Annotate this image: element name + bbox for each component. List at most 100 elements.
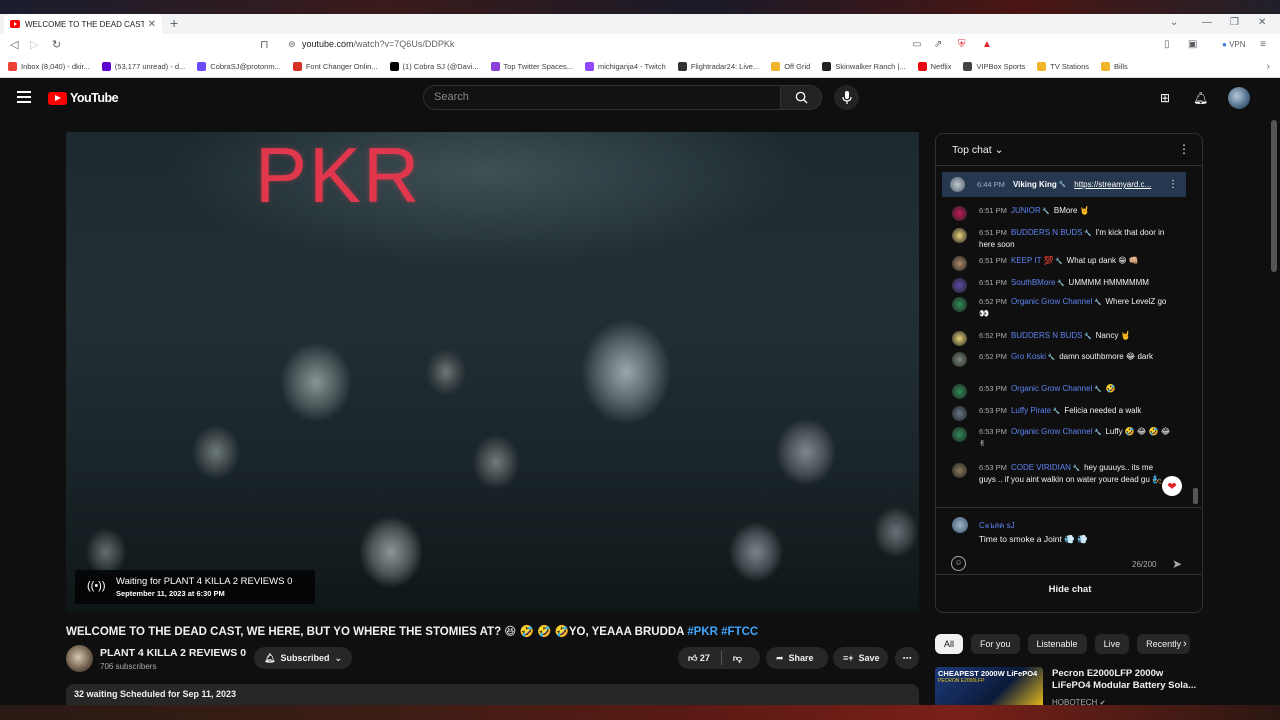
chat-message[interactable]: 6:51 PM KEEP IT 💯What up dank 😁 👊🏼 — [952, 256, 1172, 271]
close-window-icon[interactable]: ✕ — [1258, 17, 1266, 28]
vpn-button[interactable]: ● VPN — [1222, 40, 1246, 49]
account-avatar[interactable] — [1228, 87, 1250, 109]
hide-chat-button[interactable]: Hide chat — [936, 584, 1202, 595]
chat-scrollbar[interactable] — [1193, 488, 1198, 504]
bookmark-item[interactable]: (1) Cobra SJ (@Davi... — [389, 62, 479, 71]
filter-chip[interactable]: For you — [971, 634, 1020, 654]
chat-author-name[interactable]: Organic Grow Channel — [1011, 384, 1102, 393]
create-video-icon[interactable]: ⊞ — [1160, 91, 1170, 105]
rewards-triangle-icon[interactable]: ▲ — [982, 39, 992, 50]
chevron-right-icon[interactable]: › — [1183, 638, 1187, 650]
search-input[interactable]: Search — [423, 85, 781, 110]
top-chat-dropdown[interactable]: Top chat ⌄ — [952, 144, 1003, 156]
wallet-icon[interactable]: ▣ — [1188, 39, 1197, 50]
voice-search-button[interactable] — [834, 85, 859, 110]
guide-menu-icon[interactable] — [17, 91, 31, 103]
pinned-message[interactable]: 6:44 PM Viking King 🔧 https://streamyard… — [942, 172, 1186, 197]
bookmark-item[interactable]: Top Twitter Spaces... — [490, 62, 573, 71]
maximize-icon[interactable]: ❐ — [1230, 17, 1239, 28]
chat-message[interactable]: 6:52 PM BUDDERS N BUDSNancy 🤘 — [952, 331, 1172, 346]
bookmark-item[interactable]: Bills — [1101, 62, 1128, 71]
chat-message[interactable]: 6:53 PMOrganic Grow ChannelLuffy 🤣 😂 🤣 😂… — [952, 427, 1172, 449]
bookmark-icon[interactable]: ⊓ — [260, 38, 269, 51]
bookmark-item[interactable]: CobraSJ@protonm... — [197, 62, 281, 71]
subscribed-button[interactable]: 🔔︎ Subscribed ⌄ — [254, 647, 352, 669]
chat-message[interactable]: 6:53 PM Luffy Pirate Felicia needed a walk — [952, 406, 1172, 421]
chat-author-name[interactable]: Organic Grow Channel — [1011, 297, 1102, 306]
chat-message[interactable]: 6:53 PM Organic Grow Channel🤣 — [952, 384, 1172, 399]
bookmark-item[interactable]: Off Grid — [771, 62, 810, 71]
close-tab-icon[interactable]: ✕ — [148, 19, 156, 30]
chat-message[interactable]: 6:52 PM Gro Koski damn southbmore 😂 dark — [952, 352, 1172, 367]
more-actions-button[interactable]: ⋯ — [895, 647, 919, 669]
youtube-logo[interactable]: YouTube — [48, 91, 119, 105]
chat-message[interactable]: 6:51 PMBUDDERS N BUDSI'm kick that door … — [952, 228, 1172, 250]
pinned-link[interactable]: https://streamyard.c... — [1074, 180, 1151, 189]
back-icon[interactable]: ◁ — [10, 38, 18, 51]
tab-search-chevron-icon[interactable]: ⌄ — [1170, 17, 1178, 28]
chat-input[interactable]: Time to smoke a Joint 💨 💨 — [979, 534, 1088, 545]
new-tab-icon[interactable]: + — [170, 15, 178, 31]
chat-message[interactable]: 6:51 PM SouthBMoreUMMMM HMMMMMM — [952, 278, 1172, 293]
dislike-icon[interactable]: 👎︎ — [733, 653, 742, 664]
send-icon[interactable]: ➤ — [1172, 557, 1182, 571]
bookmark-item[interactable]: Inbox (8,040) - dkir... — [8, 62, 90, 71]
like-button[interactable]: 👍︎ 27 — [688, 653, 710, 664]
heart-reaction-icon[interactable]: ❤ — [1162, 476, 1182, 496]
recommendation-thumbnail[interactable]: CHEAPEST 2000W LiFePO4 PECRON E2000LFP — [935, 667, 1043, 709]
share-page-icon[interactable]: ⇗ — [934, 39, 942, 50]
url-field[interactable]: youtube.com/watch?v=7Q6Us/DDPKk — [302, 39, 454, 49]
bookmarks-overflow-icon[interactable]: › — [1267, 61, 1270, 72]
chat-author-name[interactable]: BUDDERS N BUDS — [1011, 228, 1092, 237]
minimize-icon[interactable]: — — [1202, 17, 1212, 28]
filter-chip[interactable]: Listenable — [1027, 634, 1087, 654]
chevron-down-icon: ⌄ — [994, 144, 1004, 156]
video-player[interactable]: PKR ((•)) Waiting for PLANT 4 KILLA 2 RE… — [66, 132, 919, 612]
page-scrollbar[interactable] — [1271, 120, 1277, 272]
chat-author-name[interactable]: Luffy Pirate — [1011, 406, 1060, 415]
bookmark-item[interactable]: VIPBox Sports — [963, 62, 1025, 71]
chat-message[interactable]: 6:52 PMOrganic Grow ChannelWhere LevelZ … — [952, 297, 1172, 319]
channel-avatar[interactable] — [66, 645, 93, 672]
bookmark-item[interactable]: Font Changer Onlin... — [292, 62, 378, 71]
bookmark-favicon-icon — [822, 62, 832, 71]
pinned-menu-icon[interactable]: ⋮ — [1168, 179, 1178, 190]
notifications-bell-icon[interactable]: 🔔︎ — [1193, 91, 1208, 105]
bookmark-item[interactable]: TV Stations — [1037, 62, 1089, 71]
browser-tab-youtube[interactable]: WELCOME TO THE DEAD CAST, W ✕ — [4, 14, 162, 34]
share-button[interactable]: ➦ Share — [766, 647, 828, 669]
chat-author-name[interactable]: BUDDERS N BUDS — [1011, 331, 1092, 340]
search-button[interactable] — [780, 85, 822, 110]
bookmark-favicon-icon — [8, 62, 17, 71]
bookmark-item[interactable]: (53,177 unread) - d... — [101, 62, 185, 71]
chat-menu-icon[interactable]: ⋮ — [1178, 142, 1190, 156]
chat-message[interactable]: 6:51 PM JUNIORBMore 🤘 — [952, 206, 1172, 221]
chat-timestamp: 6:52 PM — [979, 352, 1007, 361]
video-hashtags[interactable]: #PKR #FTCC — [687, 626, 758, 638]
subscribed-label: Subscribed — [280, 653, 330, 663]
bookmark-item[interactable]: Flightradar24: Live... — [677, 62, 759, 71]
site-info-icon[interactable]: ⊜ — [288, 39, 296, 50]
chat-message[interactable]: 6:53 PMCODE VIRIDIANhey guuuys.. its me … — [952, 463, 1172, 485]
chat-author-name[interactable]: Gro Koski — [1011, 352, 1055, 361]
bookmark-item[interactable]: Skinwalker Ranch |... — [822, 62, 906, 71]
browser-menu-icon[interactable]: ≡ — [1260, 39, 1266, 50]
bookmark-item[interactable]: Netflix — [917, 62, 951, 71]
save-button[interactable]: ≡+ Save — [833, 647, 888, 669]
emoji-picker-icon[interactable]: ☺ — [951, 556, 966, 571]
cast-icon[interactable]: ▭ — [912, 39, 921, 50]
filter-chip[interactable]: Live — [1094, 634, 1130, 654]
sidebar-toggle-icon[interactable]: ▯ — [1164, 39, 1170, 50]
chat-author-name[interactable]: SouthBMore — [1011, 278, 1065, 287]
reload-icon[interactable]: ↻ — [52, 38, 61, 51]
chat-author-name[interactable]: KEEP IT 💯 — [1011, 256, 1063, 265]
filter-chip[interactable]: All — [935, 634, 964, 654]
bookmark-item[interactable]: michiganja4 - Twitch — [585, 62, 666, 71]
forward-icon[interactable]: ▷ — [30, 38, 38, 51]
brave-shield-icon[interactable]: ⛨ — [958, 39, 966, 50]
chat-author-name[interactable]: JUNIOR — [1011, 206, 1050, 215]
channel-name[interactable]: PLANT 4 KILLA 2 REVIEWS 0 — [100, 647, 246, 659]
chat-author-name[interactable]: CODE VIRIDIAN — [1011, 463, 1080, 472]
chat-author-name[interactable]: Organic Grow Channel — [1011, 427, 1102, 436]
recommendation-title[interactable]: Pecron E2000LFP 2000w LiFePO4 Modular Ba… — [1052, 668, 1202, 692]
